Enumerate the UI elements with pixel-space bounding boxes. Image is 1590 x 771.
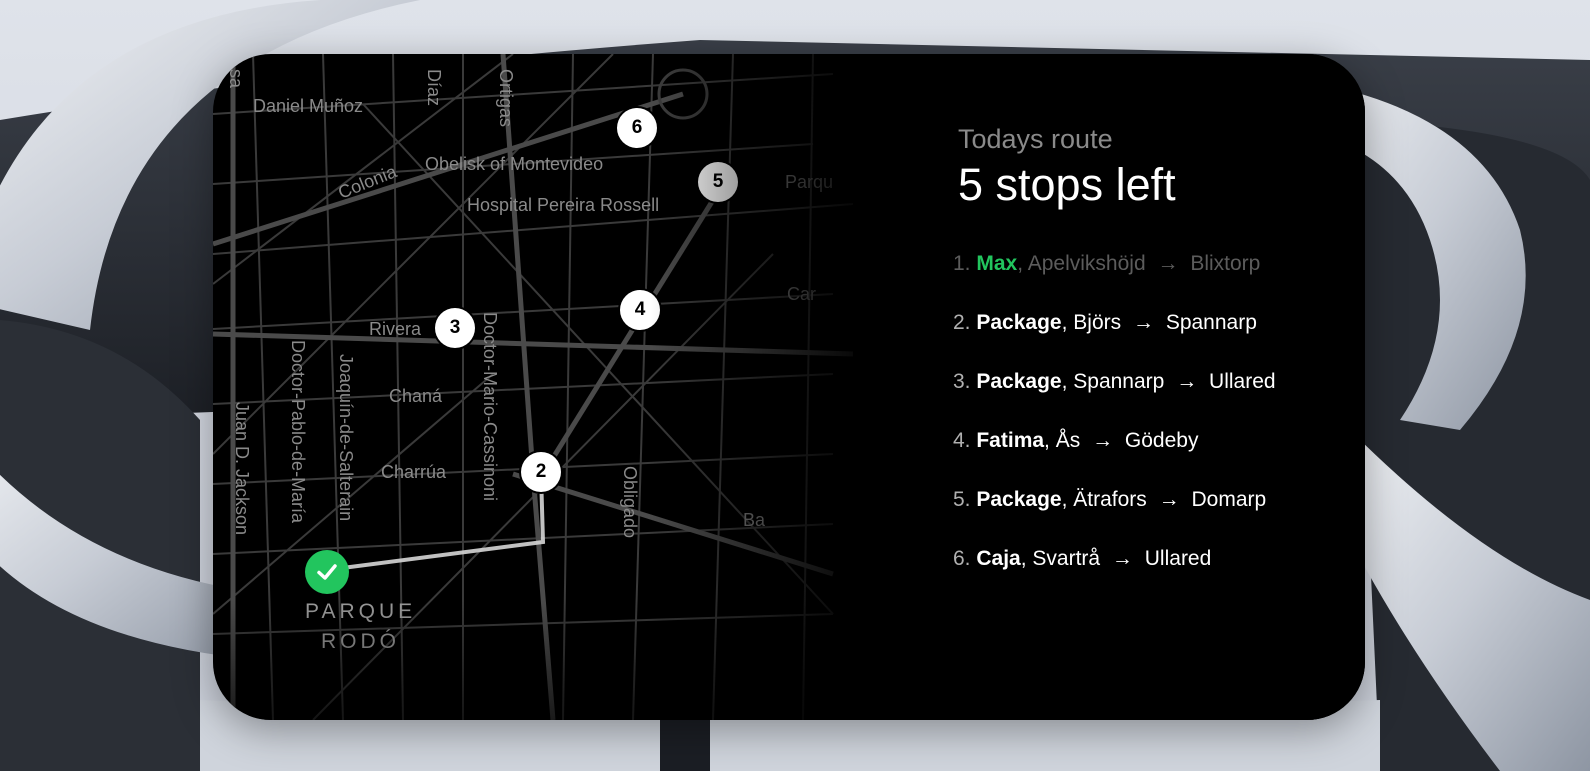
stop-separator: ,	[1061, 488, 1074, 511]
map-marker-stop-6[interactable]: 6	[617, 108, 657, 148]
stop-item-6[interactable]: 6. Caja, Svartrå → Ullared	[953, 547, 1276, 606]
map-label-rodo: RODÓ	[321, 630, 400, 653]
map-label-parque: PARQUE	[305, 600, 417, 623]
stop-separator: ,	[1061, 370, 1074, 393]
map-label-obelisk: Obelisk of Montevideo	[425, 154, 604, 174]
map-label-ba: Ba	[743, 510, 766, 530]
stop-to: Domarp	[1191, 488, 1267, 511]
map-label-joaquin-de-salterain: Joaquín-de-Salterain	[336, 354, 356, 522]
stop-item-3[interactable]: 3. Package, Spannarp → Ullared	[953, 370, 1276, 429]
map-label-charrua: Charrúa	[381, 462, 447, 482]
map-label-juan-d-jackson: Juan D. Jackson	[232, 402, 252, 536]
stop-separator: ,	[1044, 429, 1056, 452]
stop-to: Ullared	[1144, 547, 1212, 570]
stop-kind: Package	[976, 311, 1062, 334]
stop-to: Ullared	[1209, 370, 1276, 393]
stop-kind: Caja	[976, 547, 1021, 570]
stop-separator: ,	[1017, 252, 1028, 275]
stop-item-5[interactable]: 5. Package, Ätrafors → Domarp	[953, 488, 1276, 547]
stop-from: Björs	[1073, 311, 1122, 334]
map-label-car: Car	[787, 284, 817, 304]
map-marker-completed[interactable]	[305, 550, 349, 594]
map-marker-stop-3[interactable]: 3	[435, 308, 475, 348]
arrow-right-icon: →	[1158, 488, 1180, 511]
check-icon	[317, 564, 337, 580]
stop-to: Gödeby	[1124, 429, 1199, 452]
route-title: 5 stops left	[958, 159, 1176, 210]
arrow-right-icon: →	[1157, 252, 1179, 275]
stop-kind: Max	[976, 252, 1018, 275]
stop-item-4[interactable]: 4. Fatima, Ås → Gödeby	[953, 429, 1276, 488]
stop-kind: Fatima	[976, 429, 1045, 452]
map-label-ortigas: Ortigas	[496, 69, 516, 128]
stop-separator: ,	[1061, 311, 1074, 334]
stop-from: Ås	[1055, 429, 1081, 452]
arrow-right-icon: →	[1132, 311, 1154, 334]
stop-number: 3.	[953, 370, 971, 393]
route-panel: Daniel Muñoz sa Díaz Ortigas Colonia Obe…	[213, 54, 1365, 720]
stop-number: 6.	[953, 547, 971, 570]
stop-from: Apelvikshöjd	[1027, 252, 1146, 275]
stop-from: Spannarp	[1073, 370, 1165, 393]
stop-to: Spannarp	[1165, 311, 1257, 334]
map-label-daniel-munoz: Daniel Muñoz	[253, 96, 364, 116]
stop-from: Svartrå	[1032, 547, 1101, 570]
stop-kind: Package	[976, 488, 1062, 511]
arrow-right-icon: →	[1176, 370, 1198, 393]
stop-list: 1. Max, Apelvikshöjd → Blixtorp 2. Packa…	[953, 252, 1276, 606]
map-label-sa: sa	[226, 69, 246, 89]
map-label-hospital: Hospital Pereira Rossell	[467, 195, 660, 215]
map-label-obligado: Obligado	[620, 466, 640, 539]
arrow-right-icon: →	[1111, 547, 1133, 570]
map-label-doctor-mario-cassinoni: Doctor-Mario-Cassinoni	[480, 312, 500, 502]
route-header: Todays route 5 stops left	[958, 124, 1176, 211]
map-label-diaz: Díaz	[424, 69, 444, 107]
stop-number: 4.	[953, 429, 971, 452]
map-label-rivera: Rivera	[369, 319, 422, 339]
map-label-doctor-pablo-de-maria: Doctor-Pablo-de-María	[288, 340, 308, 524]
arrow-right-icon: →	[1092, 429, 1114, 452]
stop-kind: Package	[976, 370, 1062, 393]
stop-from: Ätrafors	[1073, 488, 1147, 511]
map-marker-stop-5[interactable]: 5	[698, 162, 738, 202]
map-marker-stop-4[interactable]: 4	[620, 290, 660, 330]
map-marker-stop-2[interactable]: 2	[521, 452, 561, 492]
stop-separator: ,	[1020, 547, 1033, 570]
stop-number: 2.	[953, 311, 971, 334]
stop-number: 1.	[953, 252, 971, 275]
map-label-parqu: Parqu	[785, 172, 834, 192]
stop-item-1[interactable]: 1. Max, Apelvikshöjd → Blixtorp	[953, 252, 1276, 311]
stop-number: 5.	[953, 488, 971, 511]
route-subtitle: Todays route	[958, 124, 1113, 154]
stop-to: Blixtorp	[1190, 252, 1261, 275]
stop-item-2[interactable]: 2. Package, Björs → Spannarp	[953, 311, 1276, 370]
map-label-chana: Chaná	[389, 386, 443, 406]
